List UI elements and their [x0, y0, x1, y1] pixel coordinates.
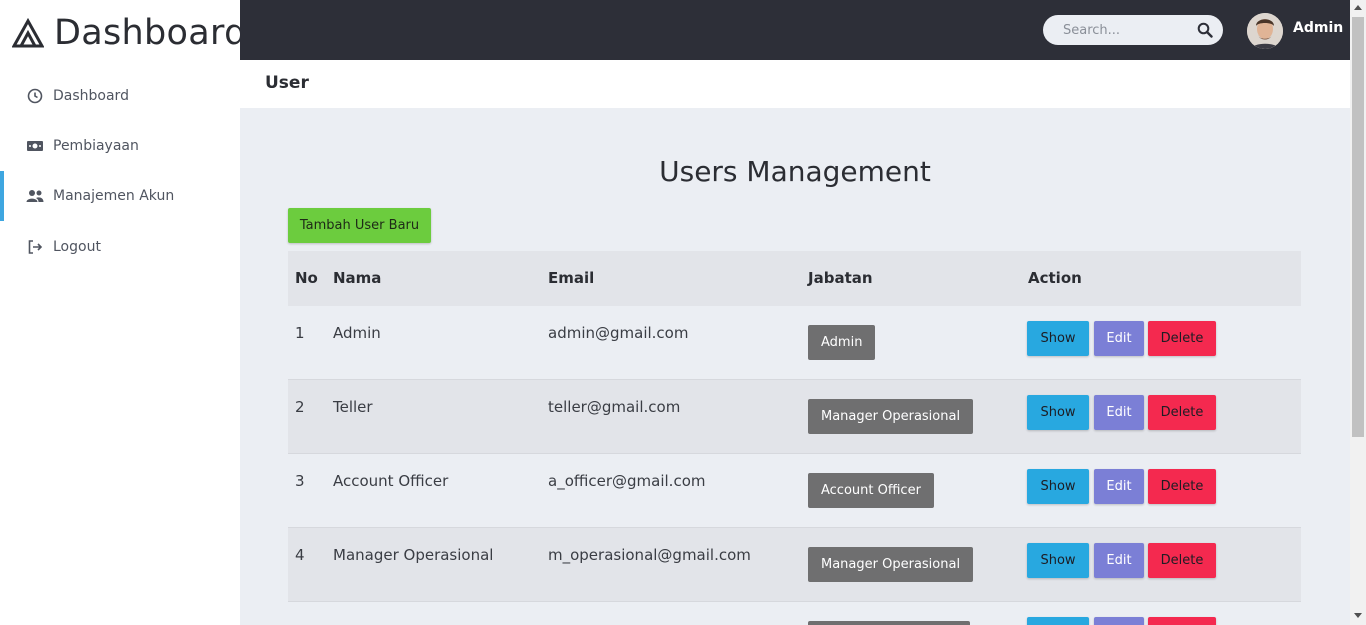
- jabatan-badge: [808, 621, 970, 625]
- cell-nama: Admin: [333, 324, 381, 342]
- show-button[interactable]: [1027, 617, 1089, 625]
- avatar[interactable]: [1247, 13, 1283, 49]
- delete-button[interactable]: Delete: [1148, 543, 1216, 578]
- jabatan-badge: Manager Operasional: [808, 547, 974, 582]
- edit-button[interactable]: [1094, 617, 1144, 625]
- cell-email: m_operasional@gmail.com: [548, 546, 751, 564]
- scroll-thumb[interactable]: [1352, 17, 1364, 437]
- edit-button[interactable]: Edit: [1094, 543, 1144, 578]
- cell-email: teller@gmail.com: [548, 398, 681, 416]
- cell-nama: Manager Operasional: [333, 546, 494, 564]
- cell-email: admin@gmail.com: [548, 324, 689, 342]
- page-header-title: User: [265, 73, 309, 93]
- vertical-scrollbar[interactable]: [1350, 0, 1366, 625]
- jabatan-badge: Manager Operasional: [808, 399, 974, 434]
- cell-no: 2: [295, 398, 305, 416]
- add-user-button[interactable]: Tambah User Baru: [288, 208, 431, 243]
- column-header-jabatan: Jabatan: [808, 269, 873, 287]
- show-button[interactable]: Show: [1027, 469, 1089, 504]
- sidebar: Dashboard Dashboard Pembiayaan Manajemen…: [0, 0, 246, 625]
- cell-no: 4: [295, 546, 305, 564]
- edit-button[interactable]: Edit: [1094, 321, 1144, 356]
- page-header: User: [240, 60, 1350, 108]
- page-title: Users Management: [659, 155, 931, 188]
- show-button[interactable]: Show: [1027, 395, 1089, 430]
- delete-button[interactable]: Delete: [1148, 321, 1216, 356]
- cell-no: 1: [295, 324, 305, 342]
- sidebar-item-pembiayaan[interactable]: Pembiayaan: [0, 121, 240, 171]
- edit-button[interactable]: Edit: [1094, 395, 1144, 430]
- show-button[interactable]: Show: [1027, 543, 1089, 578]
- scroll-up-icon[interactable]: [1354, 5, 1362, 10]
- table-row: 4 Manager Operasional m_operasional@gmai…: [288, 528, 1301, 602]
- column-header-action: Action: [1028, 269, 1082, 287]
- sidebar-item-label: Dashboard: [53, 88, 129, 104]
- delete-button[interactable]: [1148, 617, 1216, 625]
- users-table: No Nama Email Jabatan Action 1 Admin adm…: [288, 251, 1301, 625]
- cell-email: a_officer@gmail.com: [548, 472, 706, 490]
- table-row: 2 Teller teller@gmail.com Manager Operas…: [288, 380, 1301, 454]
- delete-button[interactable]: Delete: [1148, 395, 1216, 430]
- jabatan-badge: Admin: [808, 325, 876, 360]
- table-header: No Nama Email Jabatan Action: [288, 251, 1301, 306]
- brand-logo-icon: [12, 17, 44, 47]
- clock-icon: [26, 87, 44, 105]
- search-input[interactable]: [1043, 15, 1183, 45]
- user-name[interactable]: Admin: [1293, 20, 1343, 36]
- show-button[interactable]: Show: [1027, 321, 1089, 356]
- users-icon: [26, 187, 44, 205]
- brand-title: Dashboard: [54, 12, 247, 53]
- table-row-partial: [288, 602, 1301, 625]
- sidebar-item-label: Manajemen Akun: [53, 188, 175, 204]
- delete-button[interactable]: Delete: [1148, 469, 1216, 504]
- sidebar-item-label: Logout: [53, 239, 101, 255]
- sidebar-item-label: Pembiayaan: [53, 138, 139, 154]
- edit-button[interactable]: Edit: [1094, 469, 1144, 504]
- topbar: Admin: [240, 0, 1350, 60]
- column-header-nama: Nama: [333, 269, 382, 287]
- brand[interactable]: Dashboard: [12, 10, 247, 55]
- table-row: 1 Admin admin@gmail.com Admin Show Edit …: [288, 306, 1301, 380]
- column-header-no: No: [295, 269, 318, 287]
- cell-nama: Account Officer: [333, 472, 449, 490]
- search-icon[interactable]: [1197, 22, 1213, 38]
- logout-icon: [26, 238, 44, 256]
- search-box: [1043, 15, 1223, 45]
- sidebar-item-manajemen-akun[interactable]: Manajemen Akun: [0, 171, 240, 221]
- cell-nama: Teller: [333, 398, 373, 416]
- sidebar-item-dashboard[interactable]: Dashboard: [0, 71, 240, 121]
- jabatan-badge: Account Officer: [808, 473, 934, 508]
- table-row: 3 Account Officer a_officer@gmail.com Ac…: [288, 454, 1301, 528]
- column-header-email: Email: [548, 269, 595, 287]
- cell-no: 3: [295, 472, 305, 490]
- money-icon: [26, 137, 44, 155]
- sidebar-item-logout[interactable]: Logout: [0, 222, 240, 272]
- scroll-down-icon[interactable]: [1354, 613, 1362, 618]
